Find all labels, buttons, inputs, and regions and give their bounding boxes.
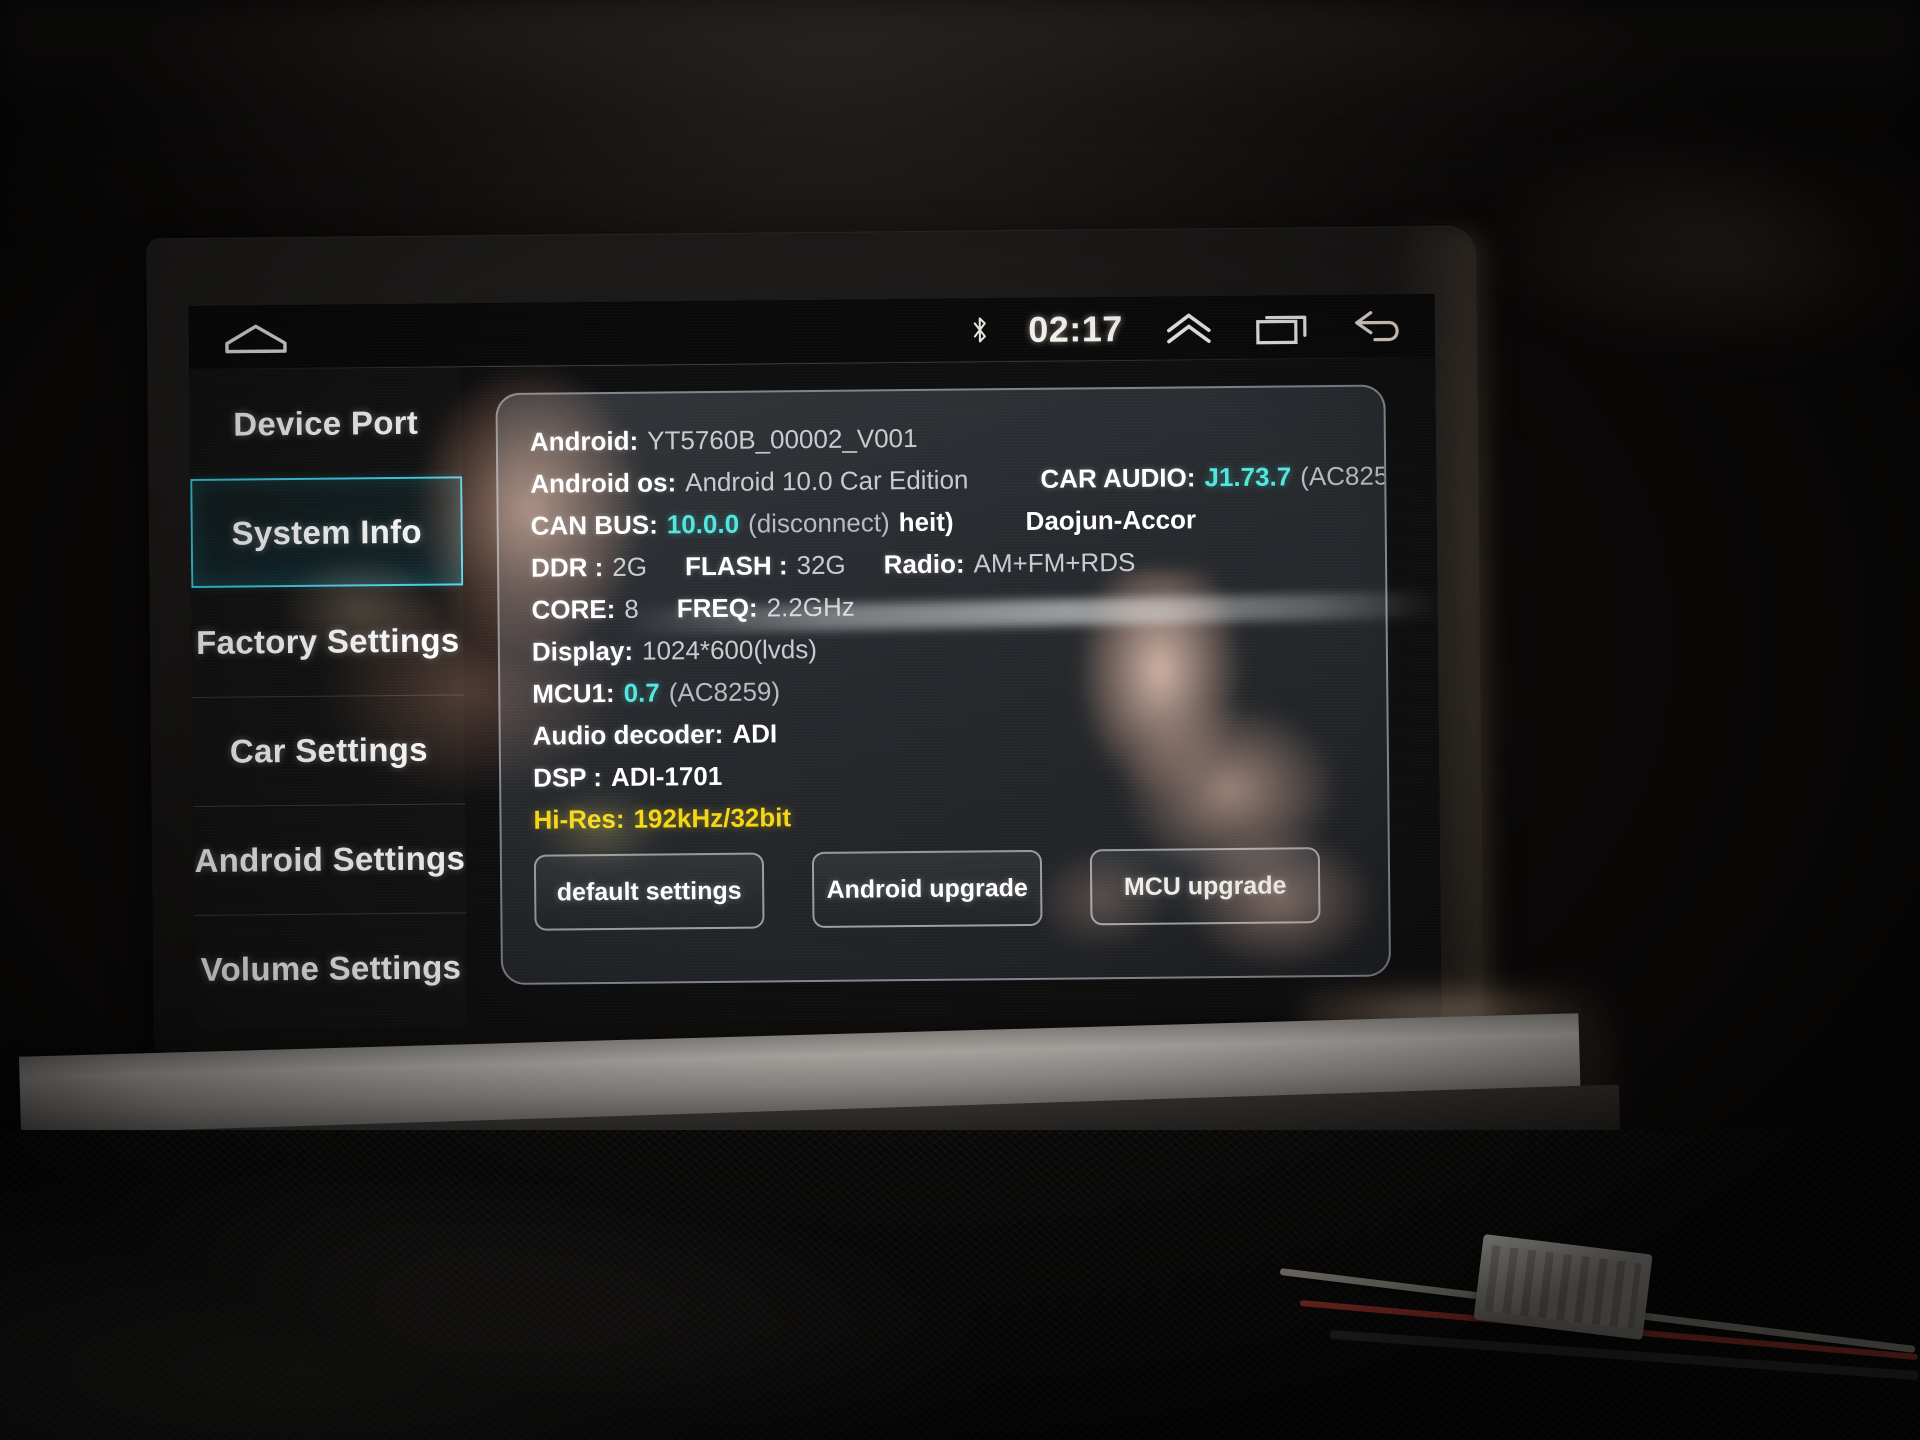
sidebar-item-label: Factory Settings bbox=[195, 620, 460, 661]
info-key: DSP : bbox=[532, 762, 603, 793]
head-unit-screen: 02:17 Device Port System Info Factory Se… bbox=[188, 294, 1442, 1029]
info-value: 1024*600(lvds) bbox=[641, 633, 818, 666]
sidebar-item-car-settings[interactable]: Car Settings bbox=[192, 694, 466, 806]
info-value: J1.73.7 bbox=[1204, 461, 1292, 493]
info-value: 2.2GHz bbox=[766, 591, 855, 623]
back-arrow-icon[interactable] bbox=[1351, 308, 1405, 345]
sidebar-item-label: System Info bbox=[231, 512, 423, 552]
sidebar-item-label: Device Port bbox=[233, 403, 419, 443]
home-icon[interactable] bbox=[223, 321, 289, 356]
info-value: 0.7 bbox=[623, 677, 660, 708]
dashboard-reflection-blob bbox=[1460, 120, 1920, 360]
sidebar-item-system-info[interactable]: System Info bbox=[190, 476, 464, 588]
status-bar-right-group: 02:17 bbox=[972, 294, 1405, 362]
chevron-up-icon[interactable] bbox=[1163, 310, 1215, 346]
mcu-upgrade-button[interactable]: MCU upgrade bbox=[1089, 847, 1321, 926]
info-key: Hi-Res: bbox=[533, 803, 625, 835]
sidebar-item-label: Volume Settings bbox=[200, 948, 462, 988]
system-info-card: Android: YT5760B_00002_V001 Android os: And… bbox=[495, 384, 1392, 986]
info-key: Audio decoder: bbox=[532, 718, 724, 751]
info-key: CAN BUS: bbox=[530, 509, 658, 541]
info-key: FREQ: bbox=[676, 592, 758, 624]
sidebar-item-label: Android Settings bbox=[194, 839, 466, 879]
info-value: 10.0.0 bbox=[666, 508, 740, 540]
info-key: FLASH : bbox=[684, 550, 788, 582]
info-key: MCU1: bbox=[532, 677, 615, 709]
info-value: (AC8259) bbox=[1300, 460, 1392, 492]
sidebar-item-label: Car Settings bbox=[229, 730, 428, 770]
sidebar-item-android-settings[interactable]: Android Settings bbox=[193, 803, 467, 915]
default-settings-button[interactable]: default settings bbox=[533, 852, 765, 931]
info-key: DDR : bbox=[530, 552, 604, 583]
info-value: 2G bbox=[612, 551, 648, 582]
info-value: 192kHz/32bit bbox=[633, 802, 792, 834]
sidebar-item-device-port[interactable]: Device Port bbox=[189, 367, 462, 479]
info-key: CAR AUDIO: bbox=[1040, 462, 1196, 494]
info-row-hi-res: Hi-Res: 192kHz/32bit bbox=[533, 797, 1371, 847]
info-value: (AC8259) bbox=[668, 676, 781, 708]
clock: 02:17 bbox=[1028, 308, 1124, 350]
info-key: Android: bbox=[529, 425, 639, 457]
system-info-list: Android: YT5760B_00002_V001 Android os: And… bbox=[529, 419, 1391, 847]
info-value: 32G bbox=[796, 549, 846, 581]
info-value: ADI bbox=[732, 718, 778, 749]
info-key: Display: bbox=[531, 635, 634, 667]
info-value: ADI-1701 bbox=[610, 760, 723, 792]
info-value: 8 bbox=[624, 593, 639, 624]
settings-sidebar: Device Port System Info Factory Settings… bbox=[189, 367, 468, 1029]
android-upgrade-button[interactable]: Android upgrade bbox=[811, 849, 1043, 929]
info-key: Android os: bbox=[530, 467, 677, 499]
recents-icon[interactable] bbox=[1255, 309, 1311, 346]
info-value: (disconnect) bbox=[747, 507, 890, 539]
system-info-panel: Android: YT5760B_00002_V001 Android os: And… bbox=[461, 358, 1442, 1027]
status-bar: 02:17 bbox=[188, 294, 1436, 370]
info-key: Radio: bbox=[883, 548, 965, 580]
action-button-row: default settings Android upgrade MCU upg… bbox=[533, 847, 1321, 931]
info-value: YT5760B_00002_V001 bbox=[647, 423, 918, 456]
info-value: heit) bbox=[898, 506, 954, 538]
sidebar-item-factory-settings[interactable]: Factory Settings bbox=[191, 585, 464, 697]
sidebar-item-volume-settings[interactable]: Volume Settings bbox=[194, 912, 468, 1024]
bluetooth-icon bbox=[974, 317, 987, 343]
info-key: CORE: bbox=[531, 593, 616, 625]
info-value: Android 10.0 Car Edition bbox=[685, 464, 969, 498]
info-value: AM+FM+RDS bbox=[973, 546, 1136, 579]
info-value: Daojun-Accor bbox=[1025, 504, 1197, 536]
